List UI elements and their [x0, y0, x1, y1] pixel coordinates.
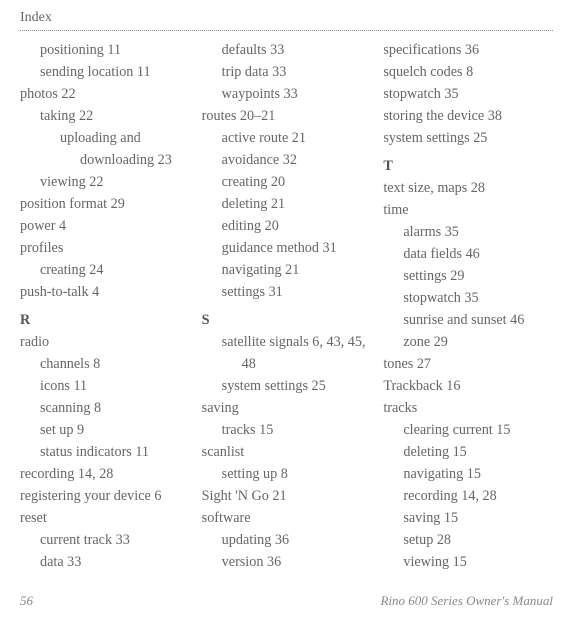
index-entry: current track 33: [40, 529, 190, 551]
index-col-1: positioning 11 sending location 11 photo…: [20, 39, 190, 587]
index-entry: guidance method 31: [222, 237, 372, 259]
index-entry: status indicators 11: [40, 441, 190, 463]
index-entry: taking 22: [40, 105, 190, 127]
index-entry: storing the device 38: [383, 105, 553, 127]
index-entry: updating 36: [222, 529, 372, 551]
index-col-2: defaults 33 trip data 33 waypoints 33 ro…: [202, 39, 372, 587]
section-letter-r: R: [20, 309, 190, 331]
index-entry: trip data 33: [222, 61, 372, 83]
section-letter-s: S: [202, 309, 372, 331]
index-entry: creating 20: [222, 171, 372, 193]
index-entry: squelch codes 8: [383, 61, 553, 83]
index-entry: text size, maps 28: [383, 177, 553, 199]
page-title: Index: [20, 10, 553, 26]
index-entry: registering your device 6: [20, 485, 190, 507]
index-entry: alarms 35: [403, 221, 553, 243]
index-entry: navigating 15: [403, 463, 553, 485]
index-entry: creating 24: [40, 259, 190, 281]
index-entry: avoidance 32: [222, 149, 372, 171]
index-entry: zone 29: [403, 331, 553, 353]
index-entry: waypoints 33: [222, 83, 372, 105]
manual-title: Rino 600 Series Owner's Manual: [381, 593, 554, 609]
index-entry: channels 8: [40, 353, 190, 375]
index-entry: time: [383, 199, 553, 221]
index-entry: saving: [202, 397, 372, 419]
index-entry: reset: [20, 507, 190, 529]
index-entry: settings 29: [403, 265, 553, 287]
index-entry: Trackback 16: [383, 375, 553, 397]
index-entry: stopwatch 35: [403, 287, 553, 309]
index-entry: recording 14, 28: [403, 485, 553, 507]
index-entry: profiles: [20, 237, 190, 259]
index-page: Index positioning 11 sending location 11…: [0, 0, 573, 619]
index-entry: specifications 36: [383, 39, 553, 61]
index-entry: radio: [20, 331, 190, 353]
index-entry: navigating 21: [222, 259, 372, 281]
index-entry: clearing current 15: [403, 419, 553, 441]
index-entry: software: [202, 507, 372, 529]
index-entry: recording 14, 28: [20, 463, 190, 485]
index-entry: position format 29: [20, 193, 190, 215]
index-entry: Sight 'N Go 21: [202, 485, 372, 507]
index-entry: viewing 22: [40, 171, 190, 193]
index-entry: settings 31: [222, 281, 372, 303]
index-entry: power 4: [20, 215, 190, 237]
index-entry: system settings 25: [383, 127, 553, 149]
index-col-3: specifications 36 squelch codes 8 stopwa…: [383, 39, 553, 587]
index-entry: scanning 8: [40, 397, 190, 419]
index-entry: tracks: [383, 397, 553, 419]
index-entry: tracks 15: [222, 419, 372, 441]
index-entry: push-to-talk 4: [20, 281, 190, 303]
page-number: 56: [20, 593, 33, 609]
header-divider: [20, 26, 553, 31]
index-entry: sending location 11: [40, 61, 190, 83]
index-entry: system settings 25: [222, 375, 372, 397]
page-footer: 56 Rino 600 Series Owner's Manual: [20, 593, 553, 609]
index-entry: scanlist: [202, 441, 372, 463]
index-entry: deleting 15: [403, 441, 553, 463]
index-entry: positioning 11: [40, 39, 190, 61]
index-entry: editing 20: [222, 215, 372, 237]
index-entry: data 33: [40, 551, 190, 573]
index-entry: active route 21: [222, 127, 372, 149]
index-entry: routes 20–21: [202, 105, 372, 127]
index-entry: deleting 21: [222, 193, 372, 215]
index-entry: stopwatch 35: [383, 83, 553, 105]
index-entry: defaults 33: [222, 39, 372, 61]
index-entry: photos 22: [20, 83, 190, 105]
index-entry: viewing 15: [403, 551, 553, 573]
section-letter-t: T: [383, 155, 553, 177]
index-entry: tones 27: [383, 353, 553, 375]
index-entry: setup 28: [403, 529, 553, 551]
index-entry: set up 9: [40, 419, 190, 441]
index-entry: uploading and downloading 23: [60, 127, 190, 171]
index-entry: icons 11: [40, 375, 190, 397]
index-entry: saving 15: [403, 507, 553, 529]
index-entry: setting up 8: [222, 463, 372, 485]
index-entry: version 36: [222, 551, 372, 573]
index-entry: data fields 46: [403, 243, 553, 265]
index-entry: sunrise and sunset 46: [403, 309, 553, 331]
index-entry: satellite signals 6, 43, 45, 48: [222, 331, 372, 375]
index-columns: positioning 11 sending location 11 photo…: [20, 39, 553, 587]
